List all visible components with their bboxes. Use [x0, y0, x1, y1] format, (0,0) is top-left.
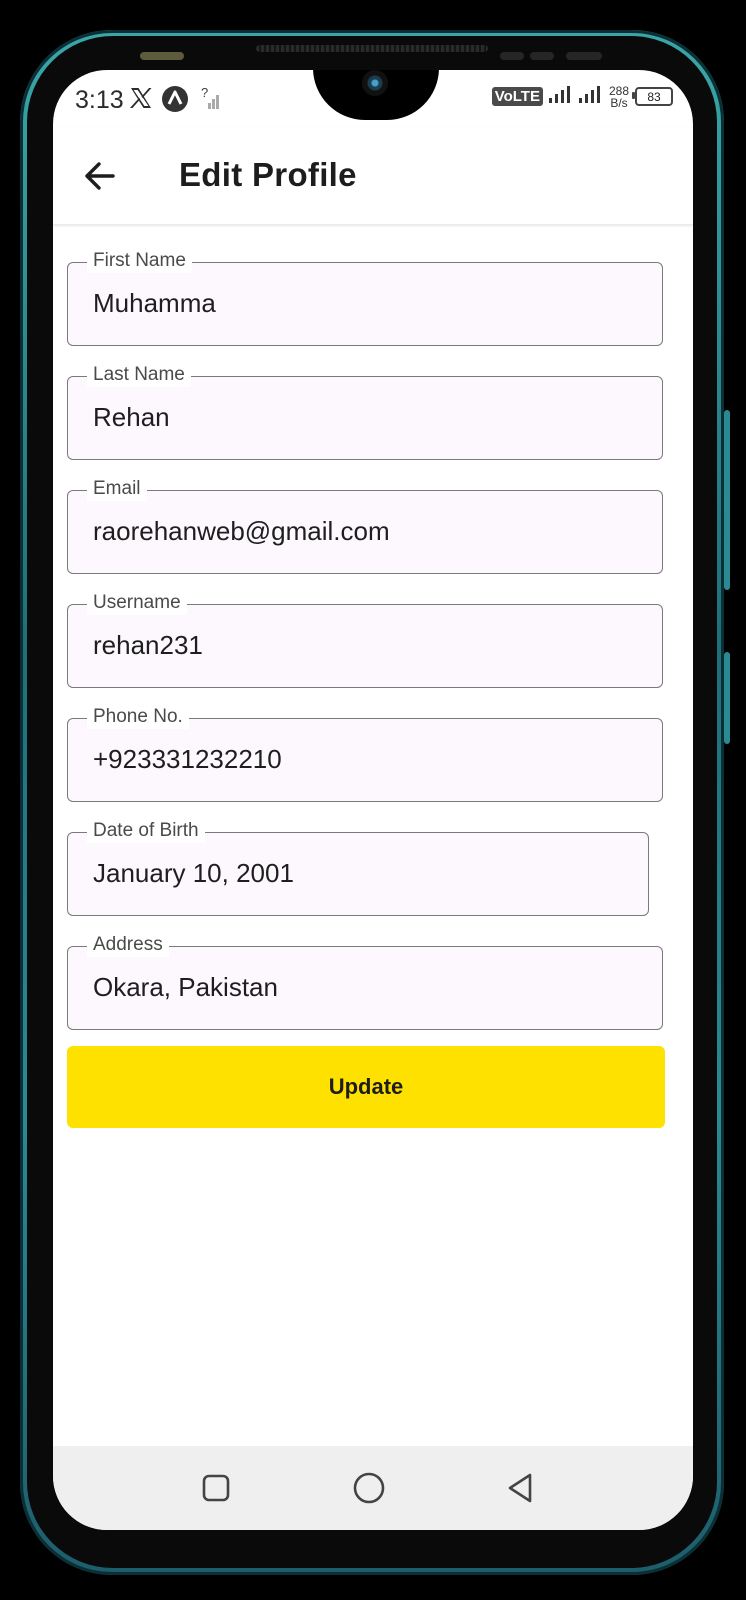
email-field[interactable]: Email raorehanweb@gmail.com — [67, 477, 663, 574]
first-name-label: First Name — [87, 249, 192, 273]
battery-icon: 83 — [632, 87, 673, 106]
first-name-field[interactable]: First Name Muhamma — [67, 249, 663, 346]
battery-level: 83 — [647, 89, 661, 104]
phone-input[interactable]: +923331232210 — [93, 744, 633, 775]
earpiece-speaker — [256, 45, 488, 52]
update-button[interactable]: Update — [67, 1046, 665, 1128]
back-button[interactable] — [79, 158, 121, 194]
username-label: Username — [87, 591, 187, 615]
date-of-birth-field[interactable]: Date of Birth January 10, 2001 — [67, 819, 649, 916]
phone-field[interactable]: Phone No. +923331232210 — [67, 705, 663, 802]
page-title: Edit Profile — [179, 156, 357, 193]
address-input[interactable]: Okara, Pakistan — [93, 972, 633, 1003]
sensor — [530, 52, 554, 60]
address-label: Address — [87, 933, 169, 957]
home-button[interactable] — [351, 1470, 387, 1506]
username-input[interactable]: rehan231 — [93, 630, 633, 661]
recents-button[interactable] — [198, 1470, 234, 1506]
a-notification-icon — [161, 85, 189, 118]
front-camera — [362, 70, 388, 96]
status-right: VoLTE 288 B/s 83 — [491, 84, 673, 109]
x-icon — [129, 87, 153, 114]
status-time: 3:13 — [75, 86, 124, 114]
email-input[interactable]: raorehanweb@gmail.com — [93, 516, 633, 547]
last-name-input[interactable]: Rehan — [93, 402, 633, 433]
username-field[interactable]: Username rehan231 — [67, 591, 663, 688]
date-of-birth-label: Date of Birth — [87, 819, 205, 843]
first-name-input[interactable]: Muhamma — [93, 288, 633, 319]
sensor — [140, 52, 184, 60]
sensor — [566, 52, 602, 60]
date-of-birth-input[interactable]: January 10, 2001 — [93, 858, 633, 889]
system-nav-bar — [53, 1446, 693, 1530]
signal-icon — [578, 84, 603, 109]
arrow-left-icon — [85, 162, 115, 190]
nav-back-button[interactable] — [503, 1470, 539, 1506]
app-bar: Edit Profile — [53, 128, 693, 225]
square-recents-icon — [202, 1474, 230, 1502]
phone-label: Phone No. — [87, 705, 189, 729]
no-signal-icon: ? — [201, 85, 223, 116]
svg-text:?: ? — [201, 85, 208, 100]
screen: 3:13 ? VoLTE 288 B/s 83 Edit Profile Fir… — [53, 70, 693, 1530]
last-name-label: Last Name — [87, 363, 191, 387]
network-speed-unit: B/s — [610, 95, 628, 110]
circle-home-icon — [353, 1472, 385, 1504]
volume-button — [724, 410, 730, 590]
last-name-field[interactable]: Last Name Rehan — [67, 363, 663, 460]
network-speed-value: 288 — [608, 83, 629, 98]
network-speed: 288 B/s — [609, 85, 629, 109]
sensor — [500, 52, 524, 60]
email-label: Email — [87, 477, 147, 501]
triangle-back-icon — [508, 1473, 532, 1503]
address-field[interactable]: Address Okara, Pakistan — [67, 933, 663, 1030]
power-button — [724, 652, 730, 744]
volte-badge: VoLTE — [491, 87, 543, 106]
signal-icon — [548, 84, 573, 109]
